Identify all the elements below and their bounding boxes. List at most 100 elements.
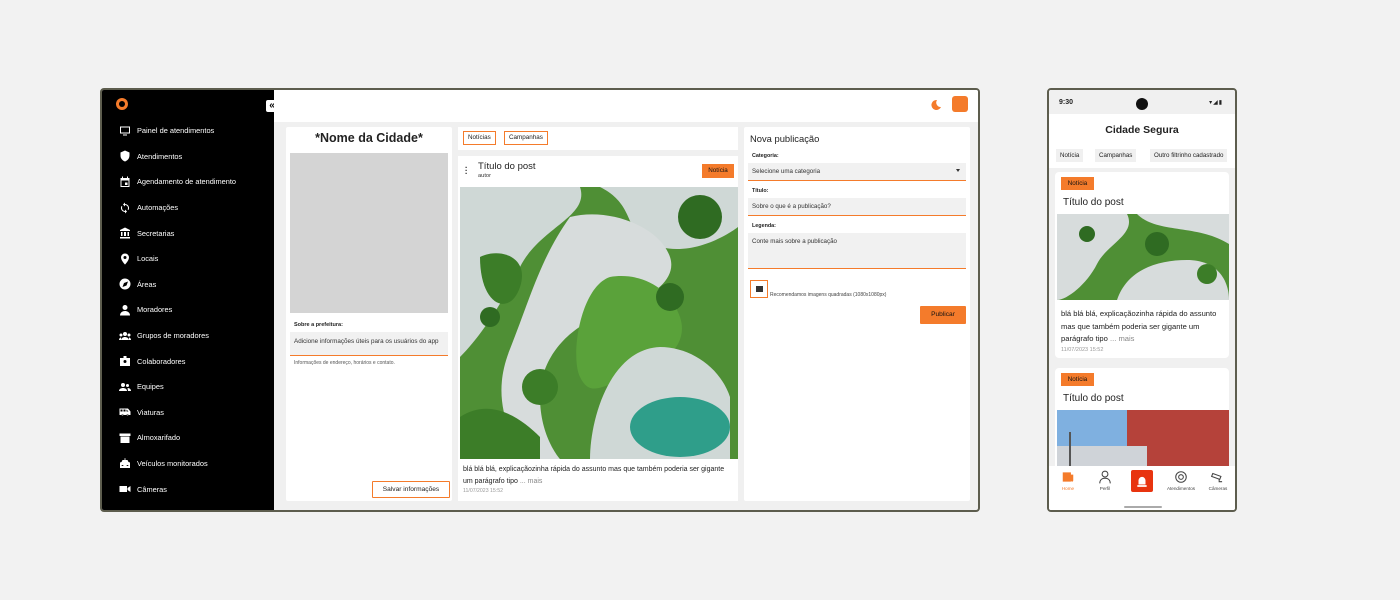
bottom-tab-bar: Home Perfil Atendimentos Câmeras xyxy=(1049,466,1235,510)
avatar[interactable] xyxy=(952,96,968,112)
caption-input[interactable]: Conte mais sobre a publicação xyxy=(748,233,966,269)
more-options-icon[interactable]: · · · xyxy=(465,164,468,178)
sidebar-item-label: Secretarias xyxy=(137,228,175,238)
tab-atendimentos[interactable]: Atendimentos xyxy=(1163,470,1199,491)
filter-chip-outro[interactable]: Outro filtrinho cadastrado xyxy=(1150,149,1228,162)
image-upload-button[interactable] xyxy=(750,280,768,298)
category-select[interactable]: Selecione uma categoria xyxy=(748,163,966,181)
filter-chip-noticias[interactable]: Notícias xyxy=(463,131,496,145)
shield-icon xyxy=(118,150,131,162)
sync-icon xyxy=(118,202,131,214)
post-title: Título do post xyxy=(1063,197,1124,208)
image-size-hint: Recomendamos imagens quadradas (1080x108… xyxy=(770,292,887,298)
post-author: autor xyxy=(478,173,491,179)
front-camera xyxy=(1136,98,1148,110)
sidebar-item-atendimentos[interactable]: Atendimentos xyxy=(102,144,274,170)
post-date: 11/07/2023 15:52 xyxy=(463,488,503,494)
sidebar-item-almoxarifado[interactable]: Almoxarifado xyxy=(102,425,274,451)
emergency-button[interactable] xyxy=(1131,470,1153,492)
sidebar-item-colaboradores[interactable]: Colaboradores xyxy=(102,348,274,374)
phone-app-frame: 9:30 ▾◢▮ Cidade Segura Notícia Campanhas… xyxy=(1047,88,1237,512)
sidebar-item-painel[interactable]: Painel de atendimentos xyxy=(102,118,274,144)
publish-button[interactable]: Publicar xyxy=(920,306,966,324)
city-name-title[interactable]: *Nome da Cidade* xyxy=(286,131,452,145)
filter-bar: Notícias Campanhas xyxy=(458,127,738,150)
sidebar-item-automacoes[interactable]: Automações xyxy=(102,195,274,221)
save-info-button[interactable]: Salvar informações xyxy=(372,481,450,498)
sidebar-item-label: Agendamento de atendimento xyxy=(137,177,237,187)
sidebar-item-label: Automações xyxy=(137,203,179,213)
camera-icon xyxy=(118,484,131,495)
post-title: Título do post xyxy=(1063,393,1124,404)
home-indicator xyxy=(1124,506,1162,508)
logo-icon xyxy=(116,98,128,110)
post-card[interactable]: Notícia Título do post xyxy=(1055,368,1229,478)
feed-panel: Notícias Campanhas · · · Título do post au… xyxy=(458,127,738,501)
sidebar-item-label: Veículos monitorados xyxy=(137,459,208,469)
tab-perfil[interactable]: Perfil xyxy=(1087,470,1123,491)
sidebar-item-viaturas[interactable]: Viaturas xyxy=(102,400,274,426)
post-description-text: blá blá blá, explicaçãozinha rápida do a… xyxy=(463,466,725,485)
sidebar-item-agendamento[interactable]: Agendamento de atendimento xyxy=(102,169,274,195)
pin-icon xyxy=(118,253,131,265)
about-hint: Informações de endereço, horários e cont… xyxy=(294,360,395,366)
tab-home[interactable]: Home xyxy=(1050,470,1086,491)
car-icon xyxy=(118,457,131,469)
sidebar-item-locais[interactable]: Locais xyxy=(102,246,274,272)
archive-icon xyxy=(118,432,131,443)
news-icon xyxy=(1062,472,1074,482)
sidebar-item-moradores[interactable]: Moradores xyxy=(102,297,274,323)
tab-label: Perfil xyxy=(1099,486,1111,491)
moon-icon[interactable] xyxy=(930,99,942,111)
bus-icon xyxy=(118,407,131,418)
new-post-title: Nova publicação xyxy=(750,133,820,144)
city-info-panel: *Nome da Cidade* Sobre a prefeitura: Adi… xyxy=(286,127,452,501)
phone-header: Cidade Segura Notícia Campanhas Outro fi… xyxy=(1049,114,1235,168)
sidebar-item-label: Câmeras xyxy=(137,484,167,494)
sidebar-item-label: Equipes xyxy=(137,382,164,392)
sidebar-item-veiculos[interactable]: Veículos monitorados xyxy=(102,451,274,477)
sidebar-item-secretarias[interactable]: Secretarias xyxy=(102,220,274,246)
top-bar xyxy=(274,90,978,122)
title-label: Título: xyxy=(752,188,769,194)
sidebar-item-label: Locais xyxy=(137,254,159,264)
post-category-tag: Notícia xyxy=(1061,177,1094,190)
post-card[interactable]: · · · Título do post autor Notícia blá blá… xyxy=(458,156,738,501)
category-label: Categoria: xyxy=(752,153,779,159)
category-select-value: Selecione uma categoria xyxy=(752,168,821,175)
read-more-link[interactable]: ... mais xyxy=(1110,334,1134,343)
tab-label: Home xyxy=(1061,486,1075,491)
title-input[interactable]: Sobre o que é a publicação? xyxy=(748,198,966,216)
filter-chip-noticia[interactable]: Notícia xyxy=(1056,149,1084,162)
sidebar-item-areas[interactable]: Áreas xyxy=(102,272,274,298)
monitor-icon xyxy=(118,125,131,136)
groups-icon xyxy=(118,330,131,341)
status-time: 9:30 xyxy=(1059,99,1074,106)
post-description-text: blá blá blá, explicaçãozinha rápida do a… xyxy=(1061,309,1217,344)
tab-cameras[interactable]: Câmeras xyxy=(1200,470,1235,491)
read-more-link[interactable]: ... mais xyxy=(520,478,543,485)
sidebar-item-label: Painel de atendimentos xyxy=(137,126,215,136)
sidebar-item-label: Grupos de moradores xyxy=(137,331,209,341)
status-bar: 9:30 ▾◢▮ xyxy=(1049,90,1235,114)
post-title: Título do post xyxy=(478,161,536,172)
sidebar-item-label: Áreas xyxy=(137,279,157,289)
city-photo-placeholder[interactable] xyxy=(290,153,448,313)
badge-icon xyxy=(118,356,131,367)
new-post-panel: Nova publicação Categoria: Selecione uma… xyxy=(744,127,970,501)
sidebar-item-grupos[interactable]: Grupos de moradores xyxy=(102,323,274,349)
sidebar-item-equipes[interactable]: Equipes xyxy=(102,374,274,400)
post-card[interactable]: Notícia Título do post blá blá blá, expl… xyxy=(1055,172,1229,358)
post-category-tag: Notícia xyxy=(702,164,734,178)
caption-label: Legenda: xyxy=(752,223,776,229)
signal-battery-icon: ▾◢▮ xyxy=(1209,100,1223,106)
people-icon xyxy=(118,381,131,392)
filter-chip-campanhas[interactable]: Campanhas xyxy=(504,131,548,145)
chevron-down-icon xyxy=(956,169,960,172)
sidebar-item-cameras[interactable]: Câmeras xyxy=(102,476,274,502)
post-category-tag: Notícia xyxy=(1061,373,1094,386)
post-description: blá blá blá, explicaçãozinha rápida do a… xyxy=(1061,308,1226,346)
filter-chip-campanhas[interactable]: Campanhas xyxy=(1095,149,1137,162)
about-input[interactable]: Adicione informações úteis para os usuár… xyxy=(290,332,448,356)
sidebar-item-label: Moradores xyxy=(137,305,173,315)
